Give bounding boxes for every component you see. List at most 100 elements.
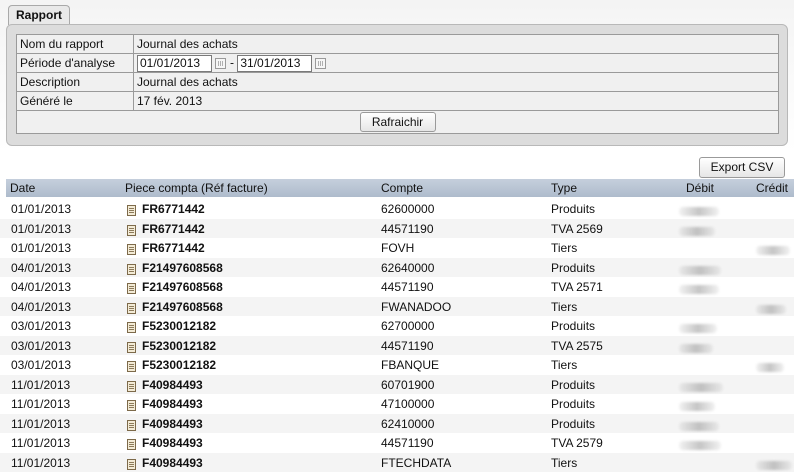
journal-rows: 01/01/2013 FR6771442 62600000 Produits 01/01…: [0, 199, 794, 472]
row-compte: FTECHDATA: [381, 455, 452, 470]
export-csv-button[interactable]: Export CSV: [699, 157, 785, 178]
row-date: 11/01/2013: [11, 455, 71, 470]
generated-value: 17 fév. 2013: [133, 91, 779, 111]
table-row[interactable]: 01/01/2013 FR6771442 FOVH Tiers: [0, 238, 794, 258]
table-row[interactable]: 11/01/2013 F40984493 44571190 TVA 2579: [0, 433, 794, 453]
refresh-button[interactable]: Rafraichir: [359, 112, 436, 132]
tab-rapport[interactable]: Rapport: [8, 5, 70, 25]
table-row[interactable]: 01/01/2013 FR6771442 62600000 Produits: [0, 199, 794, 219]
row-type: Tiers: [551, 358, 578, 372]
table-row[interactable]: 03/01/2013 F5230012182 44571190 TVA 2575: [0, 335, 794, 355]
row-piece[interactable]: F5230012182: [142, 358, 216, 372]
row-piece[interactable]: F40984493: [142, 456, 203, 470]
col-debit-header[interactable]: Débit: [686, 181, 714, 195]
col-date-header[interactable]: Date: [10, 181, 35, 195]
row-compte: 60701900: [381, 377, 435, 392]
table-row[interactable]: 04/01/2013 F21497608568 FWANADOO Tiers: [0, 296, 794, 316]
table-row[interactable]: 03/01/2013 F5230012182 62700000 Produits: [0, 316, 794, 336]
row-piece[interactable]: F21497608568: [142, 300, 223, 314]
period-row: Période d'analyse 01/01/2013 - 31/01/2013: [16, 53, 779, 73]
row-compte: 44571190: [381, 221, 434, 236]
row-compte: FBANQUE: [381, 358, 440, 372]
row-piece[interactable]: F21497608568: [142, 280, 223, 294]
row-piece[interactable]: FR6771442: [142, 202, 205, 216]
row-date: 04/01/2013: [11, 260, 72, 275]
row-compte: FWANADOO: [381, 299, 452, 314]
generated-label: Généré le: [16, 91, 134, 111]
period-from-input[interactable]: 01/01/2013: [137, 54, 212, 72]
row-compte: 44571190: [381, 280, 434, 294]
row-piece[interactable]: F40984493: [142, 417, 203, 431]
calendar-icon[interactable]: [315, 57, 327, 69]
row-compte: 62700000: [381, 319, 435, 333]
period-value: 01/01/2013 - 31/01/2013: [133, 53, 779, 73]
table-row[interactable]: 11/01/2013 F40984493 60701900 Produits: [0, 374, 794, 394]
row-type: Tiers: [551, 455, 578, 470]
row-date: 03/01/2013: [11, 319, 72, 333]
row-type: Produits: [551, 416, 596, 431]
row-date: 04/01/2013: [11, 280, 72, 294]
row-date: 11/01/2013: [11, 416, 71, 431]
row-date: 11/01/2013: [11, 397, 71, 411]
generated-row: Généré le 17 fév. 2013: [16, 91, 779, 111]
row-piece[interactable]: F21497608568: [142, 261, 223, 275]
report-info-table: Nom du rapport Journal des achats Périod…: [16, 34, 779, 134]
row-compte: 44571190: [381, 338, 434, 353]
row-date: 03/01/2013: [11, 338, 72, 353]
row-type: Produits: [551, 397, 596, 411]
report-name-row: Nom du rapport Journal des achats: [16, 34, 779, 54]
row-type: Tiers: [551, 241, 578, 255]
row-date: 01/01/2013: [11, 241, 72, 255]
row-type: Tiers: [551, 299, 578, 314]
col-piece-header[interactable]: Piece compta (Réf facture): [125, 181, 268, 195]
row-compte: 62410000: [381, 416, 435, 431]
table-row[interactable]: 01/01/2013 FR6771442 44571190 TVA 2569: [0, 218, 794, 238]
row-type: Produits: [551, 202, 596, 216]
description-row: Description Journal des achats: [16, 72, 779, 92]
description-label: Description: [16, 72, 134, 92]
refresh-cell: Rafraichir: [16, 110, 779, 134]
period-to-input[interactable]: 31/01/2013: [237, 54, 313, 72]
row-compte: 44571190: [381, 436, 434, 450]
row-piece[interactable]: F40984493: [142, 436, 203, 450]
row-piece[interactable]: F40984493: [142, 397, 203, 411]
description-value: Journal des achats: [133, 72, 779, 92]
row-compte: 62640000: [381, 260, 435, 275]
row-piece[interactable]: F5230012182: [142, 319, 216, 333]
row-date: 11/01/2013: [11, 377, 71, 392]
table-row[interactable]: 11/01/2013 F40984493 62410000 Produits: [0, 413, 794, 433]
row-date: 01/01/2013: [11, 202, 72, 216]
row-date: 03/01/2013: [11, 358, 72, 372]
row-date: 01/01/2013: [11, 221, 72, 236]
row-date: 04/01/2013: [11, 299, 72, 314]
col-compte-header[interactable]: Compte: [381, 181, 423, 195]
row-piece[interactable]: FR6771442: [142, 222, 205, 236]
table-row[interactable]: 03/01/2013 F5230012182 FBANQUE Tiers: [0, 355, 794, 375]
row-piece[interactable]: FR6771442: [142, 241, 205, 255]
row-date: 11/01/2013: [11, 436, 71, 450]
row-type: TVA 2575: [551, 338, 603, 353]
row-piece[interactable]: F5230012182: [142, 339, 216, 353]
col-credit-header[interactable]: Crédit: [756, 181, 788, 195]
table-row[interactable]: 11/01/2013 F40984493 47100000 Produits: [0, 394, 794, 414]
report-panel: Nom du rapport Journal des achats Périod…: [6, 24, 788, 146]
row-compte: 62600000: [381, 202, 435, 216]
period-label: Période d'analyse: [16, 53, 134, 73]
row-type: Produits: [551, 319, 596, 333]
table-row[interactable]: 04/01/2013 F21497608568 44571190 TVA 2571: [0, 277, 794, 297]
table-row[interactable]: 11/01/2013 F40984493 FTECHDATA Tiers: [0, 452, 794, 472]
row-compte: 47100000: [381, 397, 435, 411]
period-separator: -: [230, 55, 234, 70]
row-type: TVA 2569: [551, 221, 603, 236]
col-type-header[interactable]: Type: [551, 181, 577, 195]
row-piece[interactable]: F40984493: [142, 378, 203, 392]
row-type: TVA 2571: [551, 280, 603, 294]
report-name-value: Journal des achats: [133, 34, 779, 54]
report-name-label: Nom du rapport: [16, 34, 134, 54]
grid-header: Date Piece compta (Réf facture) Compte T…: [6, 179, 794, 197]
calendar-icon[interactable]: [215, 57, 226, 69]
row-type: TVA 2579: [551, 436, 603, 450]
refresh-row: Rafraichir: [16, 110, 779, 134]
row-type: Produits: [551, 377, 596, 392]
table-row[interactable]: 04/01/2013 F21497608568 62640000 Produits: [0, 257, 794, 277]
